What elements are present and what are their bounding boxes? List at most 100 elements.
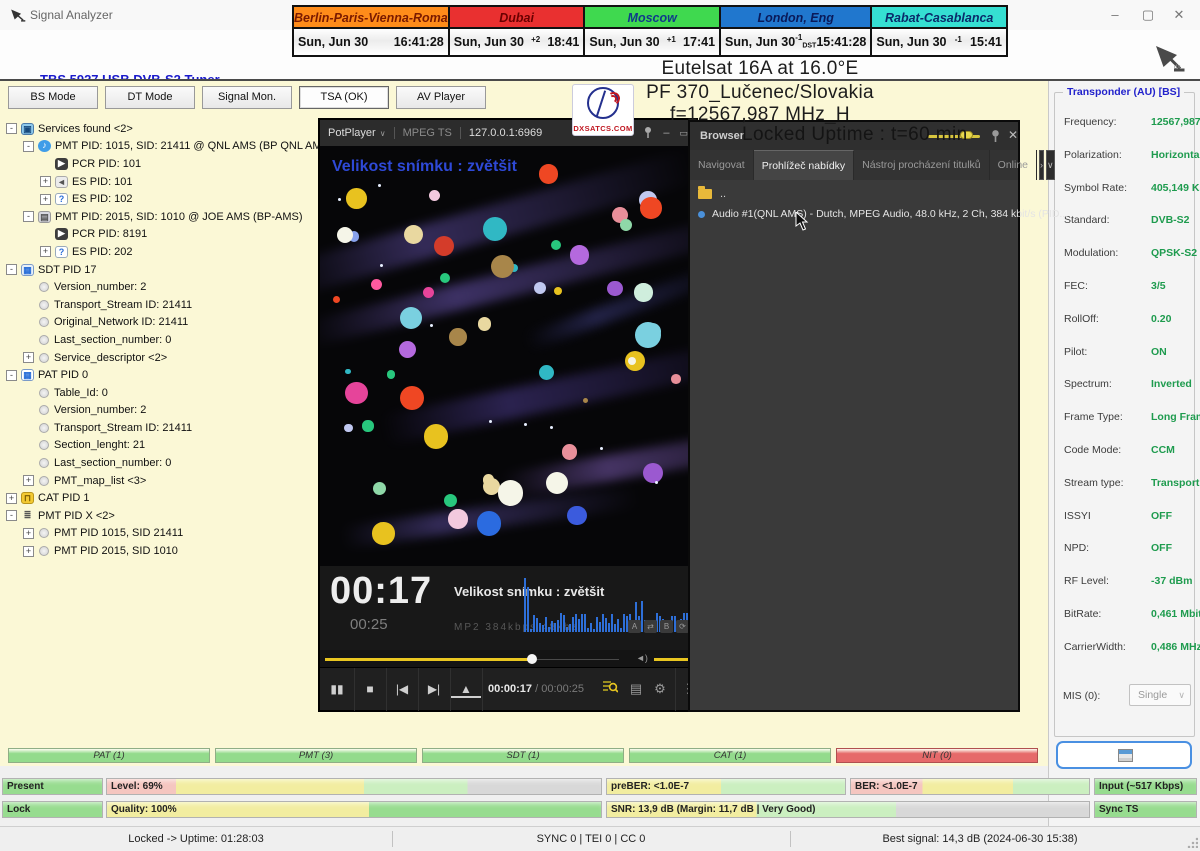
- tree-row[interactable]: +PMT_map_list <3>: [6, 472, 312, 490]
- resize-grip[interactable]: [1186, 836, 1198, 848]
- pin-icon[interactable]: [990, 129, 1001, 147]
- tree-expander[interactable]: +: [40, 194, 51, 205]
- tree-row[interactable]: +PMT PID 2015, SID 1010: [6, 542, 312, 560]
- tree-row[interactable]: -▣Services found <2>: [6, 120, 312, 138]
- transponder-row-label: Modulation:: [1064, 247, 1118, 259]
- tree-row[interactable]: +?ES PID: 202: [6, 243, 312, 261]
- tree-label: Version_number: 2: [54, 404, 146, 416]
- tree-row[interactable]: Transport_Stream ID: 21411: [6, 419, 312, 437]
- tree-row[interactable]: -▤PMT PID: 2015, SID: 1010 @ JOE AMS (BP…: [6, 208, 312, 226]
- online-more-icon[interactable]: ∨: [1046, 150, 1055, 180]
- tree-row[interactable]: ▶PCR PID: 8191: [6, 226, 312, 244]
- pid-bar-sdt: SDT (1): [422, 748, 624, 763]
- time-display: 00:00:17 / 00:00:25: [488, 668, 584, 711]
- ab-button-B[interactable]: B: [660, 620, 673, 633]
- tree-expander[interactable]: +: [6, 493, 17, 504]
- tree-row[interactable]: Original_Network ID: 21411: [6, 314, 312, 332]
- previous-button[interactable]: |◀: [387, 668, 417, 711]
- maximize-button[interactable]: ▢: [1133, 4, 1163, 26]
- browser-titlebar[interactable]: Browser Locked Uptime : t=60 min ✕: [690, 122, 1018, 150]
- tree-row[interactable]: Transport_Stream ID: 21411: [6, 296, 312, 314]
- tree-row[interactable]: Version_number: 2: [6, 278, 312, 296]
- next-button[interactable]: ▶|: [419, 668, 449, 711]
- settings-gear-icon[interactable]: ⚙: [650, 679, 670, 699]
- tree-row[interactable]: +◄ES PID: 101: [6, 173, 312, 191]
- tree-row[interactable]: -≣PMT PID X <2>: [6, 507, 312, 525]
- browser-close-icon[interactable]: ✕: [1008, 128, 1018, 142]
- video-canvas[interactable]: Velikost snímku : zvětšit: [320, 146, 696, 566]
- minimize-button[interactable]: –: [1100, 4, 1130, 26]
- playlist-panel-icon[interactable]: ▤: [626, 679, 646, 699]
- tree-row[interactable]: Last_section_number: 0: [6, 454, 312, 472]
- clock-time-row: Sun, Jun 30+218:41: [450, 29, 584, 55]
- stop-button[interactable]: ■: [355, 668, 385, 711]
- chevron-down-icon[interactable]: ∨: [380, 129, 386, 138]
- browser-tab-navigovat[interactable]: Navigovat: [690, 150, 754, 180]
- playlist-search-icon[interactable]: [600, 679, 620, 699]
- seek-knob[interactable]: [527, 654, 537, 664]
- tree-label: Original_Network ID: 21411: [54, 316, 188, 328]
- tree-row[interactable]: +Service_descriptor <2>: [6, 349, 312, 367]
- clock-time: 16:41:28: [394, 35, 444, 49]
- tree-row[interactable]: Table_Id: 0: [6, 384, 312, 402]
- ab-repeat-buttons[interactable]: A⇄B⟳: [628, 620, 689, 633]
- transponder-row-label: Frequency:: [1064, 116, 1117, 128]
- tree-expander[interactable]: -: [6, 510, 17, 521]
- tree-expander[interactable]: +: [23, 546, 34, 557]
- tab-av-player[interactable]: AV Player: [396, 86, 486, 109]
- tree-row[interactable]: +⊓CAT PID 1: [6, 489, 312, 507]
- player-minimize-icon[interactable]: –: [663, 127, 669, 139]
- clock-city-label: Dubai: [450, 7, 584, 29]
- video-dot: [345, 382, 368, 405]
- tree-row[interactable]: Last_section_number: 0: [6, 331, 312, 349]
- tree-row[interactable]: -▦PAT PID 0: [6, 366, 312, 384]
- ab-button-A[interactable]: A: [628, 620, 641, 633]
- tree-expander[interactable]: +: [40, 246, 51, 257]
- mis-dropdown[interactable]: Single∨: [1129, 684, 1191, 706]
- video-dot: [634, 283, 652, 301]
- tab-bs-mode[interactable]: BS Mode: [8, 86, 98, 109]
- transponder-row-label: Frame Type:: [1064, 411, 1123, 423]
- tree-row[interactable]: +?ES PID: 102: [6, 190, 312, 208]
- tree-expander[interactable]: -: [6, 123, 17, 134]
- tree-expander[interactable]: -: [23, 211, 34, 222]
- tree-row[interactable]: ▶PCR PID: 101: [6, 155, 312, 173]
- pin-icon[interactable]: [643, 126, 653, 141]
- tree-expander[interactable]: -: [6, 264, 17, 275]
- tree-row[interactable]: -♪PMT PID: 1015, SID: 21411 @ QNL AMS (B…: [6, 138, 312, 156]
- tab-dt-mode[interactable]: DT Mode: [105, 86, 195, 109]
- pause-button[interactable]: ▮▮: [322, 668, 352, 711]
- tree-row[interactable]: +PMT PID 1015, SID 21411: [6, 525, 312, 543]
- tab-tsa-ok-[interactable]: TSA (OK): [299, 86, 389, 109]
- folder-up-item[interactable]: ..: [698, 188, 726, 200]
- video-dot: [373, 482, 386, 495]
- total-time: 00:25: [350, 616, 388, 633]
- ab-button-⇄[interactable]: ⇄: [644, 620, 657, 633]
- transponder-row-label: Polarization:: [1064, 149, 1122, 161]
- tree-expander[interactable]: -: [6, 370, 17, 381]
- player-maximize-icon[interactable]: ▭: [679, 128, 688, 139]
- browser-tab-online[interactable]: Online: [990, 150, 1037, 180]
- ts-record-button[interactable]: [1056, 741, 1192, 769]
- tree-expander[interactable]: +: [40, 176, 51, 187]
- seek-bar[interactable]: ◄): [320, 650, 696, 667]
- close-button[interactable]: ✕: [1164, 4, 1194, 26]
- audio-track-item[interactable]: Audio #1(QNL AMS) - Dutch, MPEG Audio, 4…: [698, 208, 1068, 220]
- tree-row[interactable]: Version_number: 2: [6, 402, 312, 420]
- browser-tab-n-stroj-proch-zen-titulk-[interactable]: Nástroj procházení titulků: [854, 150, 989, 180]
- online-next-icon[interactable]: ›: [1039, 150, 1044, 180]
- tree-expander[interactable]: +: [23, 475, 34, 486]
- volume-icon[interactable]: ◄): [636, 653, 648, 663]
- tree-expander[interactable]: +: [23, 352, 34, 363]
- tree-expander[interactable]: +: [23, 528, 34, 539]
- transponder-row: RF Level:-37 dBm: [1055, 572, 1194, 592]
- tree-expander[interactable]: -: [23, 141, 34, 152]
- eject-button[interactable]: ▲: [451, 672, 481, 698]
- tab-signal-mon-[interactable]: Signal Mon.: [202, 86, 292, 109]
- browser-tab-prohl-e-nab-dky[interactable]: Prohlížeč nabídky: [754, 150, 854, 180]
- transponder-row-label: RollOff:: [1064, 313, 1099, 325]
- potplayer-menu[interactable]: PotPlayer: [328, 127, 376, 139]
- tree-row[interactable]: Section_lenght: 21: [6, 437, 312, 455]
- tree-row[interactable]: -▦SDT PID 17: [6, 261, 312, 279]
- tree-tv-icon: ▣: [21, 123, 34, 135]
